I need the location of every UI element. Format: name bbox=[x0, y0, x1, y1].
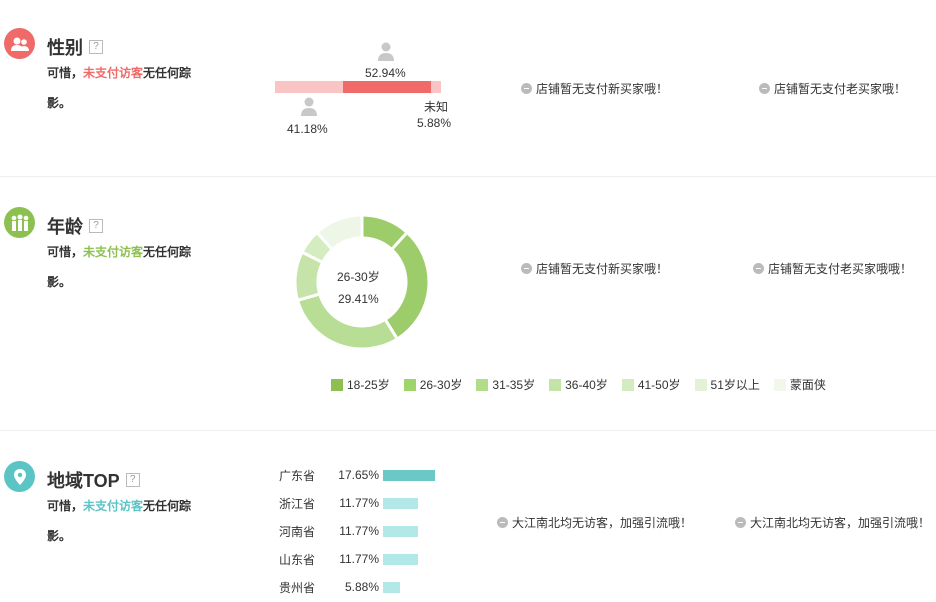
region-notice-2: 大江南北均无访客，加强引流哦！ bbox=[735, 514, 930, 531]
region-bar bbox=[383, 469, 435, 481]
region-name: 广东省 bbox=[279, 468, 316, 483]
donut-slice-1[interactable] bbox=[383, 230, 431, 342]
region-pct: 11.77% bbox=[339, 552, 379, 566]
legend-swatch bbox=[694, 378, 707, 391]
gender-desc-prefix: 可惜， bbox=[47, 66, 84, 80]
region-row: 山东省 11.77% bbox=[279, 549, 418, 569]
age-desc: 可惜，未支付访客无任何踪影。 bbox=[47, 237, 207, 297]
gender-notice-old-text: 店铺暂无支付老买家哦！ bbox=[774, 82, 907, 96]
region-notice-1-text: 大江南北均无访客，加强引流哦！ bbox=[512, 516, 693, 530]
gender-desc-highlight: 未支付访客 bbox=[83, 66, 144, 80]
legend-item[interactable]: 41-50岁 bbox=[621, 376, 681, 393]
gender-icon bbox=[4, 28, 35, 59]
legend-swatch bbox=[773, 378, 786, 391]
region-row: 广东省 17.65% bbox=[279, 465, 435, 485]
age-notice-old: 店铺暂无支付老买家哦哦！ bbox=[753, 260, 912, 277]
age-desc-prefix: 可惜， bbox=[47, 245, 84, 259]
legend-label: 26-30岁 bbox=[419, 378, 463, 392]
region-bar bbox=[383, 497, 418, 509]
location-pin-icon bbox=[4, 461, 35, 492]
female-icon bbox=[301, 97, 317, 116]
minus-circle-icon bbox=[497, 517, 508, 528]
region-desc-prefix: 可惜， bbox=[47, 499, 84, 513]
age-notice-new: 店铺暂无支付新买家哦！ bbox=[521, 260, 668, 277]
male-pct: 52.94% bbox=[365, 66, 406, 80]
region-bar bbox=[383, 581, 401, 593]
gender-notice-old: 店铺暂无支付老买家哦！ bbox=[759, 80, 906, 97]
region-name: 河南省 bbox=[279, 524, 316, 539]
region-pct: 17.65% bbox=[338, 468, 379, 482]
legend-label: 18-25岁 bbox=[347, 378, 390, 392]
minus-circle-icon bbox=[759, 83, 770, 94]
region-name: 浙江省 bbox=[279, 496, 316, 511]
gender-notice-new: 店铺暂无支付新买家哦！ bbox=[521, 80, 668, 97]
region-help-icon[interactable]: ? bbox=[125, 473, 140, 487]
legend-item[interactable]: 36-40岁 bbox=[549, 376, 608, 393]
region-bar bbox=[383, 525, 418, 537]
region-notice-2-text: 大江南北均无访客，加强引流哦！ bbox=[750, 516, 931, 530]
legend-label: 51岁以上 bbox=[710, 378, 760, 392]
gender-bar-unknown bbox=[431, 81, 441, 93]
minus-circle-icon bbox=[753, 263, 764, 274]
region-title-text: 地域TOP bbox=[47, 471, 120, 491]
gender-bar-male bbox=[343, 81, 432, 93]
legend-swatch bbox=[331, 378, 343, 391]
region-title: 地域TOP ? bbox=[47, 467, 140, 493]
gender-title: 性别 ? bbox=[47, 34, 103, 60]
legend-swatch bbox=[621, 378, 634, 391]
age-notice-old-text: 店铺暂无支付老买家哦哦！ bbox=[768, 262, 913, 276]
legend-swatch bbox=[549, 378, 562, 391]
region-name: 山东省 bbox=[279, 552, 316, 567]
region-row: 贵州省 5.88% bbox=[279, 577, 401, 597]
age-help-icon[interactable]: ? bbox=[89, 219, 103, 233]
region-desc: 可惜，未支付访客无任何踪影。 bbox=[47, 491, 207, 551]
donut-center-label: 26-30岁 bbox=[337, 270, 380, 284]
male-icon bbox=[378, 42, 394, 61]
gender-title-text: 性别 bbox=[47, 38, 83, 58]
region-row: 河南省 11.77% bbox=[279, 521, 418, 541]
region-row: 浙江省 11.77% bbox=[279, 493, 418, 513]
legend-swatch bbox=[403, 378, 416, 391]
legend-label: 蒙面侠 bbox=[789, 378, 826, 392]
gender-help-icon[interactable]: ? bbox=[89, 40, 103, 54]
gender-bar-female bbox=[275, 81, 344, 93]
region-notice-1: 大江南北均无访客，加强引流哦！ bbox=[497, 514, 692, 531]
unknown-label: 未知 bbox=[424, 100, 449, 114]
section-divider bbox=[0, 430, 936, 431]
age-legend: 18-25岁 26-30岁 31-35岁 36-40岁 41-50岁 51岁以上 蒙面侠 bbox=[331, 376, 840, 393]
age-title-text: 年龄 bbox=[47, 217, 83, 237]
unknown-pct: 5.88% bbox=[417, 116, 452, 130]
legend-swatch bbox=[476, 378, 489, 391]
gender-desc: 可惜，未支付访客无任何踪影。 bbox=[47, 58, 207, 118]
female-pct: 41.18% bbox=[287, 122, 328, 136]
region-pct: 5.88% bbox=[344, 580, 379, 594]
age-title: 年龄 ? bbox=[47, 213, 103, 239]
legend-label: 41-50岁 bbox=[637, 378, 681, 392]
minus-circle-icon bbox=[521, 263, 532, 274]
age-desc-highlight: 未支付访客 bbox=[83, 245, 144, 259]
section-divider bbox=[0, 176, 936, 177]
donut-center-value: 29.41% bbox=[338, 292, 379, 306]
region-pct: 11.77% bbox=[339, 496, 379, 510]
region-bar bbox=[383, 553, 418, 565]
gender-notice-new-text: 店铺暂无支付新买家哦！ bbox=[536, 82, 669, 96]
gender-bar bbox=[275, 81, 441, 93]
region-name: 贵州省 bbox=[279, 580, 316, 595]
age-icon bbox=[4, 207, 35, 238]
legend-item[interactable]: 31-35岁 bbox=[476, 376, 535, 393]
minus-circle-icon bbox=[521, 83, 532, 94]
legend-label: 31-35岁 bbox=[492, 378, 536, 392]
region-desc-highlight: 未支付访客 bbox=[83, 499, 144, 513]
age-notice-new-text: 店铺暂无支付新买家哦！ bbox=[536, 262, 669, 276]
region-pct: 11.77% bbox=[339, 524, 379, 538]
minus-circle-icon bbox=[735, 517, 746, 528]
legend-item[interactable]: 26-30岁 bbox=[403, 376, 463, 393]
legend-item[interactable]: 51岁以上 bbox=[694, 376, 760, 393]
legend-label: 36-40岁 bbox=[565, 378, 608, 392]
legend-item[interactable]: 蒙面侠 bbox=[773, 376, 826, 393]
legend-item[interactable]: 18-25岁 bbox=[331, 376, 390, 393]
